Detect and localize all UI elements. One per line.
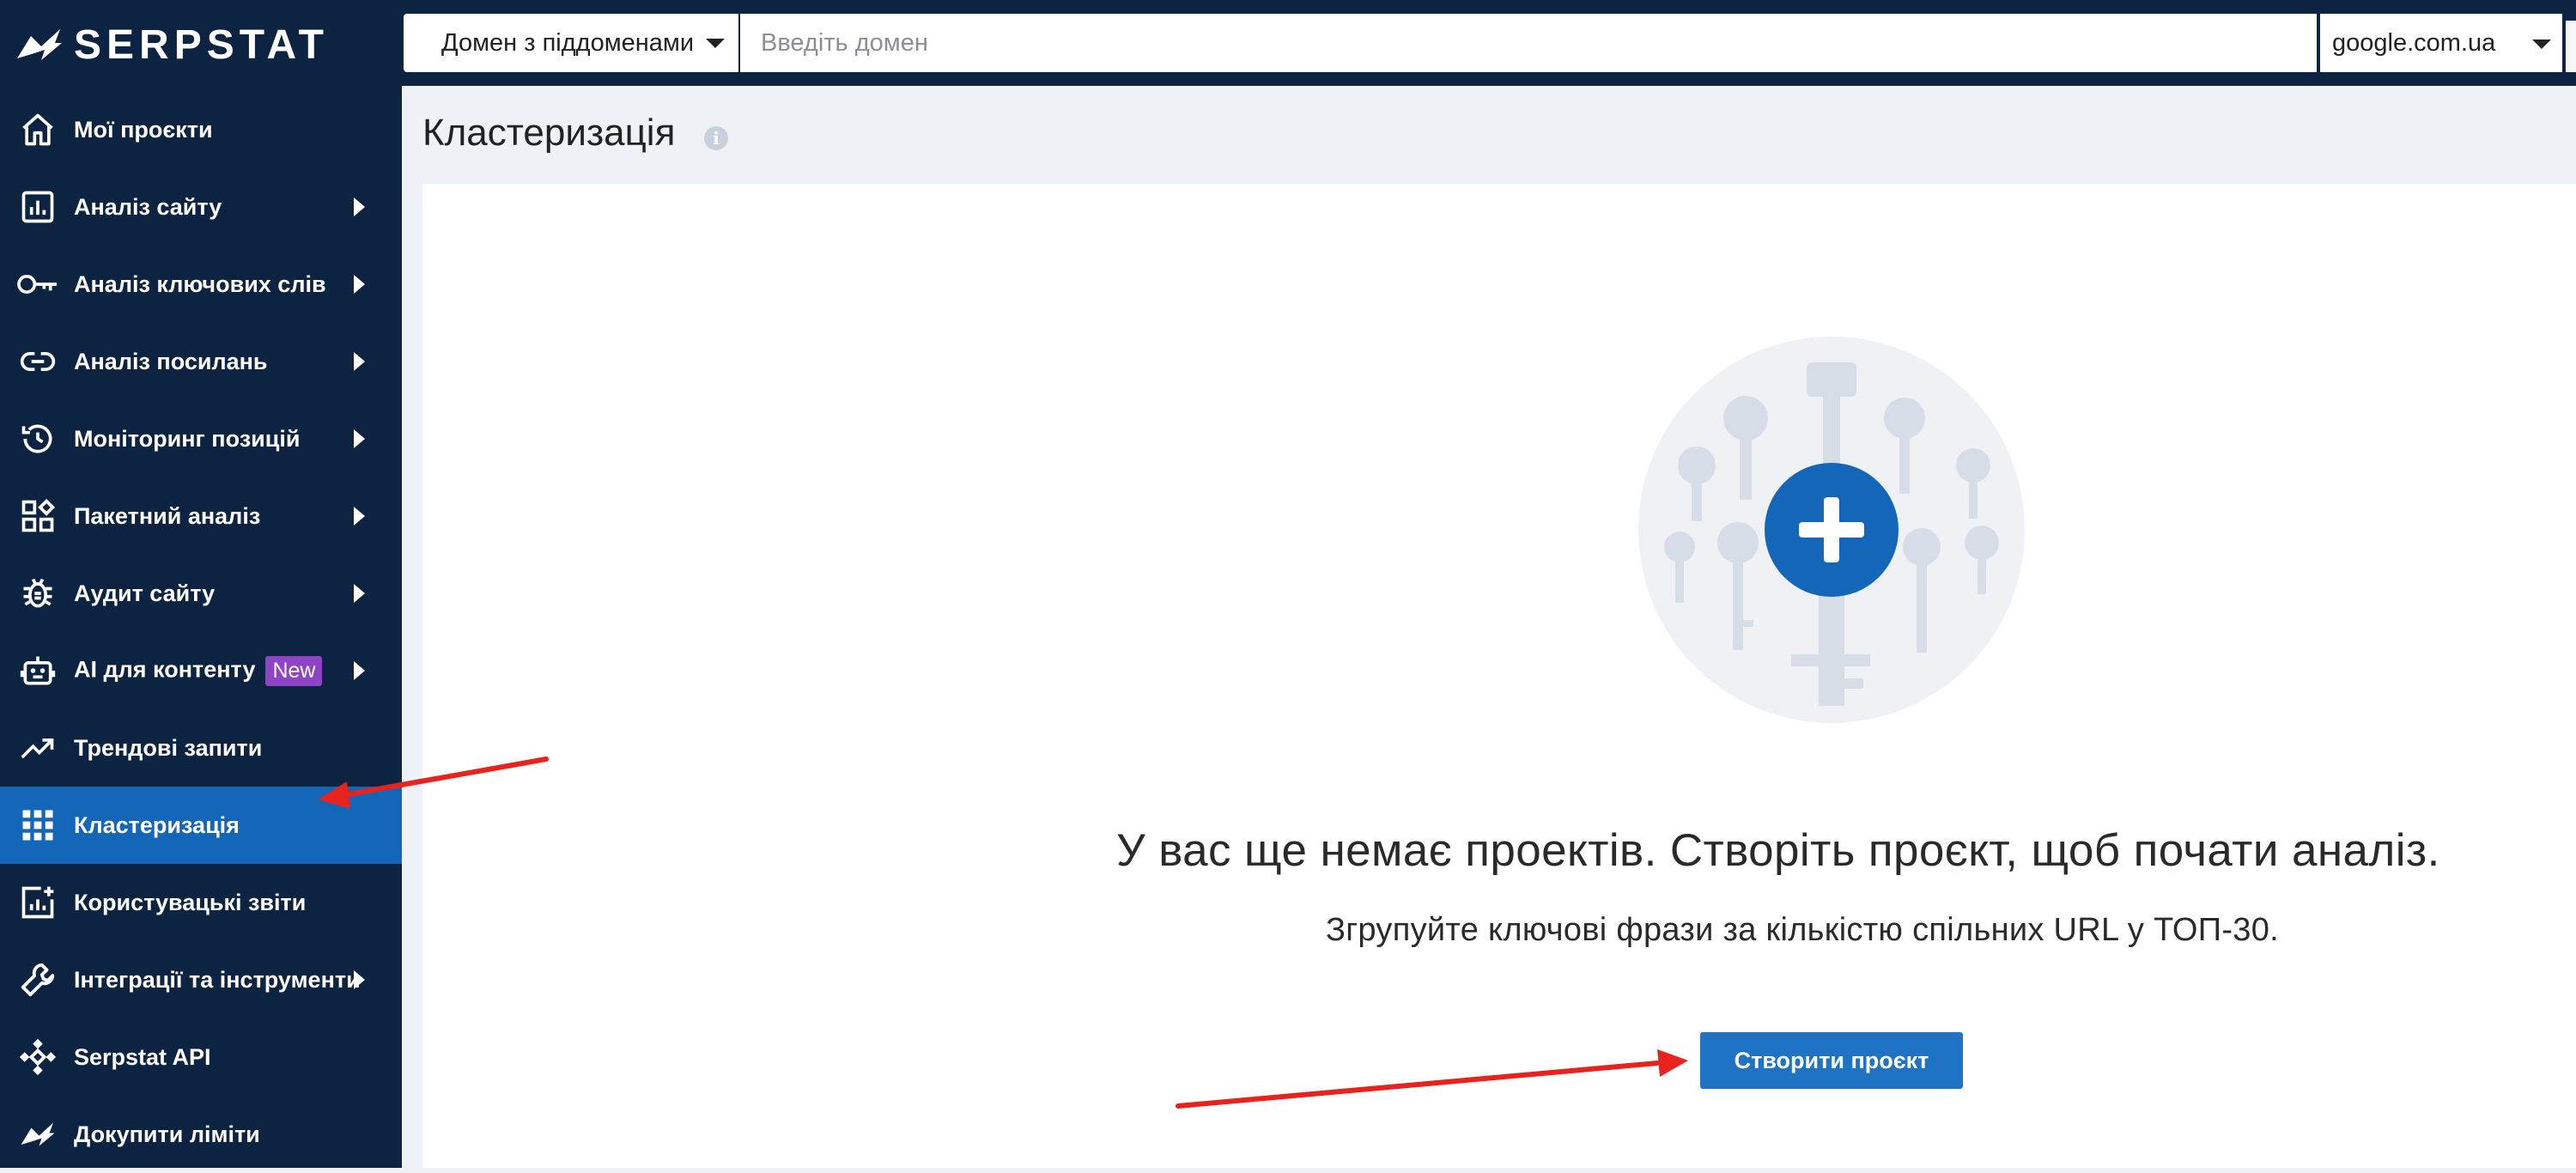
chevron-down-icon (2532, 40, 2551, 49)
sidebar-item-ai-content[interactable]: AI для контенту New (0, 632, 402, 709)
chart-bars-icon (15, 185, 60, 229)
brand-name: SERPSTAT (74, 21, 329, 68)
sidebar-item-serpstat-api[interactable]: Serpstat API (0, 1018, 402, 1096)
key-icon (15, 262, 60, 307)
keys-illustration-icon (1638, 337, 2025, 723)
search-engine-select[interactable]: google.com.ua (2320, 14, 2562, 72)
new-badge: New (265, 655, 323, 686)
link-icon (15, 339, 60, 384)
widgets-icon (15, 494, 60, 538)
home-icon (15, 107, 60, 152)
sidebar-item-label: Інтеграції та інструменти (74, 966, 361, 993)
search-button-edge[interactable] (2566, 21, 2576, 72)
sidebar: SERPSTAT Мої проєкти Аналіз сайту Аналіз… (0, 0, 402, 1168)
sidebar-item-label: Пакетний аналіз (74, 502, 261, 529)
domain-search-input[interactable] (740, 14, 2317, 72)
search-scope-value: Домен з піддоменами (441, 28, 695, 57)
sidebar-item-clustering[interactable]: Кластеризація (0, 787, 402, 864)
sidebar-item-label-text: AI для контенту (74, 656, 256, 683)
chevron-right-icon (354, 507, 365, 526)
chevron-right-icon (354, 661, 365, 680)
wrench-icon (15, 957, 60, 1002)
sidebar-item-label: Кластеризація (74, 811, 240, 838)
history-icon (15, 416, 60, 461)
info-icon[interactable]: i (704, 126, 728, 150)
sidebar-item-label: Аналіз сайту (74, 193, 222, 220)
empty-state-subtitle: Згрупуйте ключові фрази за кількістю спі… (1326, 912, 2280, 948)
sidebar-item-my-projects[interactable]: Мої проєкти (0, 91, 402, 168)
sidebar-item-label: Мої проєкти (74, 116, 213, 143)
sidebar-item-site-analysis[interactable]: Аналіз сайту (0, 168, 402, 246)
chevron-right-icon (354, 352, 365, 371)
serpstat-logo[interactable]: SERPSTAT (15, 19, 329, 70)
sidebar-item-site-audit[interactable]: Аудит сайту (0, 555, 402, 632)
chevron-right-icon (354, 198, 365, 216)
chevron-down-icon (706, 39, 725, 48)
content-card (422, 184, 2576, 1168)
sidebar-item-label: AI для контенту New (74, 655, 323, 686)
chevron-right-icon (354, 970, 365, 989)
empty-state-title: У вас ще немає проектів. Створіть проєкт… (1116, 825, 2440, 876)
logo-small-icon (15, 1112, 60, 1157)
sidebar-item-batch-analysis[interactable]: Пакетний аналіз (0, 477, 402, 555)
grid-dots-icon (15, 803, 60, 848)
sidebar-item-rank-tracking[interactable]: Моніторинг позицій (0, 400, 402, 477)
search-engine-value: google.com.ua (2332, 28, 2496, 57)
sidebar-item-label: Аналіз посилань (74, 348, 268, 374)
sidebar-item-integrations[interactable]: Інтеграції та інструменти (0, 941, 402, 1018)
chart-plus-icon (15, 880, 60, 925)
sidebar-item-label: Аналіз ключових слів (74, 270, 326, 297)
sidebar-item-label: Аудит сайту (74, 580, 216, 606)
sidebar-item-trending-queries[interactable]: Трендові запити (0, 709, 402, 787)
sidebar-item-label: Моніторинг позицій (74, 425, 301, 452)
sidebar-item-keyword-analysis[interactable]: Аналіз ключових слів (0, 246, 402, 323)
sidebar-item-custom-reports[interactable]: Користувацькі звіти (0, 864, 402, 941)
trending-up-icon (15, 726, 60, 770)
sidebar-item-buy-limits[interactable]: Докупити ліміти (0, 1096, 402, 1173)
page-title: Кластеризація (422, 112, 676, 154)
serpstat-logo-icon (17, 29, 62, 60)
sidebar-item-backlink-analysis[interactable]: Аналіз посилань (0, 323, 402, 400)
create-project-button[interactable]: Створити проєкт (1700, 1032, 1963, 1089)
search-scope-select[interactable]: Домен з піддоменами (404, 14, 738, 72)
chevron-right-icon (354, 429, 365, 448)
robot-icon (15, 648, 60, 693)
api-icon (15, 1035, 60, 1079)
chevron-right-icon (354, 584, 365, 603)
chevron-right-icon (354, 275, 365, 294)
bug-icon (15, 571, 60, 616)
sidebar-item-label: Трендові запити (74, 734, 263, 761)
sidebar-item-label: Докупити ліміти (74, 1121, 260, 1147)
sidebar-item-label: Користувацькі звіти (74, 889, 307, 915)
sidebar-item-label: Serpstat API (74, 1043, 211, 1070)
